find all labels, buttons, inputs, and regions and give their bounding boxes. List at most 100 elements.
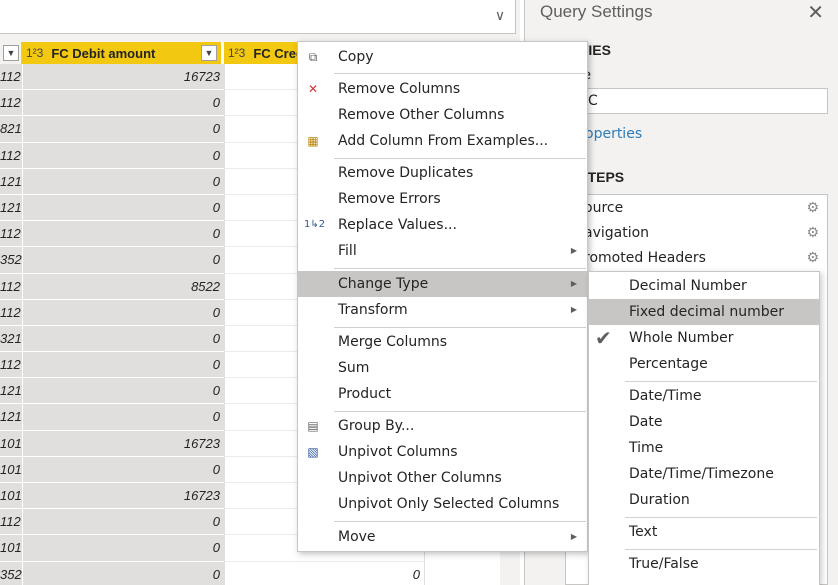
type-whole-number[interactable]: ✔ Whole Number bbox=[589, 325, 819, 351]
cell-prev[interactable]: 821 bbox=[0, 116, 22, 143]
menu-item-remove-columns[interactable]: ✕ Remove Columns bbox=[298, 76, 587, 102]
menu-item-change-type[interactable]: Change Type ▶ bbox=[298, 271, 587, 297]
menu-item-replace-values[interactable]: 1↳2 Replace Values... bbox=[298, 212, 587, 238]
cell-prev[interactable]: 112 bbox=[0, 352, 22, 379]
menu-divider bbox=[334, 158, 586, 159]
menu-item-label: Move bbox=[338, 529, 376, 545]
cell-debit[interactable]: 0 bbox=[22, 535, 224, 562]
type-datetime[interactable]: Date/Time bbox=[589, 383, 819, 409]
cell-prev[interactable]: 112 bbox=[0, 299, 22, 326]
gear-icon[interactable]: ⚙ bbox=[806, 250, 819, 266]
cell-debit[interactable]: 0 bbox=[22, 561, 224, 585]
cell-debit[interactable]: 16723 bbox=[22, 483, 224, 510]
cell-prev[interactable]: 112 bbox=[0, 273, 22, 300]
cell-prev[interactable]: 101 bbox=[0, 456, 22, 483]
submenu-item-label: Text bbox=[629, 524, 658, 540]
type-decimal-number[interactable]: Decimal Number bbox=[589, 273, 819, 299]
cell-prev[interactable]: 352 bbox=[0, 247, 22, 274]
menu-item-move[interactable]: Move ▶ bbox=[298, 524, 587, 550]
menu-item-unpivot-other-columns[interactable]: Unpivot Other Columns bbox=[298, 465, 587, 491]
cell-debit[interactable]: 8522 bbox=[22, 273, 224, 300]
menu-item-fill[interactable]: Fill ▶ bbox=[298, 238, 587, 264]
menu-item-unpivot-only-selected[interactable]: Unpivot Only Selected Columns bbox=[298, 491, 587, 517]
cell-debit[interactable]: 0 bbox=[22, 90, 224, 117]
cell-debit[interactable]: 0 bbox=[22, 404, 224, 431]
cell-prev[interactable]: 321 bbox=[0, 325, 22, 353]
menu-item-product[interactable]: Product bbox=[298, 381, 587, 407]
menu-item-group-by[interactable]: ▤ Group By... bbox=[298, 413, 587, 439]
menu-item-remove-errors[interactable]: Remove Errors bbox=[298, 186, 587, 212]
type-datetime-timezone[interactable]: Date/Time/Timezone bbox=[589, 461, 819, 487]
submenu-divider bbox=[625, 549, 817, 550]
all-properties-link[interactable]: operties bbox=[585, 126, 642, 142]
formula-input[interactable] bbox=[0, 0, 516, 34]
cell-prev[interactable]: 112 bbox=[0, 509, 22, 536]
type-text[interactable]: Text bbox=[589, 519, 819, 545]
menu-item-label: Replace Values... bbox=[338, 217, 457, 233]
menu-item-remove-other-columns[interactable]: Remove Other Columns bbox=[298, 102, 587, 128]
cell-debit[interactable]: 16723 bbox=[22, 430, 224, 457]
column-dropdown-button[interactable]: ▼ bbox=[201, 45, 217, 61]
cell-debit[interactable]: 0 bbox=[22, 116, 224, 143]
cell-debit[interactable]: 0 bbox=[22, 352, 224, 379]
cell-credit[interactable]: 0 bbox=[224, 561, 424, 585]
type-time[interactable]: Time bbox=[589, 435, 819, 461]
cell-prev[interactable]: 101 bbox=[0, 430, 22, 457]
menu-item-label: Add Column From Examples... bbox=[338, 133, 549, 149]
cell-prev[interactable]: 112 bbox=[0, 221, 22, 248]
cell-prev[interactable]: 112 bbox=[0, 142, 22, 169]
menu-item-remove-duplicates[interactable]: Remove Duplicates bbox=[298, 160, 587, 186]
unpivot-icon: ▧ bbox=[307, 445, 319, 459]
menu-item-label: Unpivot Columns bbox=[338, 444, 458, 460]
cell-prev[interactable]: 121 bbox=[0, 168, 22, 195]
column-header-prev[interactable]: ▼ bbox=[0, 42, 22, 64]
cell-debit[interactable]: 16723 bbox=[22, 64, 224, 91]
step-source[interactable]: ource bbox=[584, 200, 623, 216]
type-whole-number-icon[interactable]: 1²3 bbox=[26, 46, 43, 60]
type-fixed-decimal-number[interactable]: Fixed decimal number bbox=[589, 299, 819, 325]
cell-debit[interactable]: 0 bbox=[22, 299, 224, 326]
column-header-label: FC Debit amount bbox=[51, 45, 156, 61]
cell-debit[interactable]: 0 bbox=[22, 221, 224, 248]
menu-item-copy[interactable]: ⧉ Copy bbox=[298, 44, 587, 70]
query-name-input[interactable]: C bbox=[565, 88, 828, 114]
cell-prev[interactable]: 101 bbox=[0, 535, 22, 562]
close-icon[interactable]: ✕ bbox=[807, 0, 824, 24]
column-dropdown-button[interactable]: ▼ bbox=[3, 45, 19, 61]
type-true-false[interactable]: True/False bbox=[589, 551, 819, 577]
menu-item-merge-columns[interactable]: Merge Columns bbox=[298, 329, 587, 355]
step-navigation[interactable]: avigation bbox=[584, 225, 649, 241]
cell-prev[interactable]: 352 bbox=[0, 561, 22, 585]
type-whole-number-icon[interactable]: 1²3 bbox=[228, 46, 245, 60]
cell-prev[interactable]: 101 bbox=[0, 483, 22, 510]
cell-debit[interactable]: 0 bbox=[22, 194, 224, 222]
menu-item-transform[interactable]: Transform ▶ bbox=[298, 297, 587, 323]
menu-item-unpivot-columns[interactable]: ▧ Unpivot Columns bbox=[298, 439, 587, 465]
cell-prev[interactable]: 112 bbox=[0, 90, 22, 117]
cell-debit[interactable]: 0 bbox=[22, 247, 224, 274]
chevron-down-icon[interactable]: ∨ bbox=[490, 6, 510, 26]
type-duration[interactable]: Duration bbox=[589, 487, 819, 513]
cell-debit[interactable]: 0 bbox=[22, 378, 224, 405]
menu-item-sum[interactable]: Sum bbox=[298, 355, 587, 381]
menu-item-label: Copy bbox=[338, 49, 374, 65]
gear-icon[interactable]: ⚙ bbox=[806, 225, 819, 241]
cell-debit[interactable]: 0 bbox=[22, 142, 224, 169]
gear-icon[interactable]: ⚙ bbox=[806, 200, 819, 216]
cell-debit[interactable]: 0 bbox=[22, 456, 224, 483]
menu-item-add-column-from-examples[interactable]: ▦ Add Column From Examples... bbox=[298, 128, 587, 154]
column-header-fc-debit[interactable]: 1²3 FC Debit amount ▼ bbox=[22, 42, 222, 64]
cell-prev[interactable]: 121 bbox=[0, 194, 22, 222]
table-row: 352 0 0 bbox=[0, 561, 500, 585]
cell-prev[interactable]: 121 bbox=[0, 404, 22, 431]
type-date[interactable]: Date bbox=[589, 409, 819, 435]
type-percentage[interactable]: Percentage bbox=[589, 351, 819, 377]
step-promoted-headers[interactable]: romoted Headers bbox=[584, 250, 706, 266]
replace-values-icon: 1↳2 bbox=[304, 219, 326, 230]
cell-debit[interactable]: 0 bbox=[22, 168, 224, 195]
cell-prev[interactable]: 121 bbox=[0, 378, 22, 405]
cell-prev[interactable]: 112 bbox=[0, 64, 22, 91]
cell-debit[interactable]: 0 bbox=[22, 325, 224, 353]
change-type-submenu: Decimal Number Fixed decimal number ✔ Wh… bbox=[588, 271, 820, 585]
cell-debit[interactable]: 0 bbox=[22, 509, 224, 536]
